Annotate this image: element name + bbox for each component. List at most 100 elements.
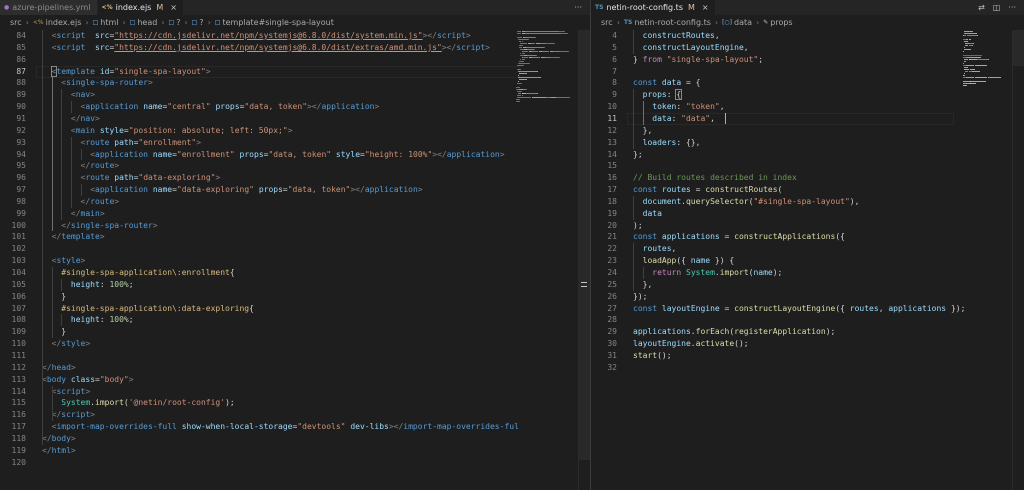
close-icon[interactable]: × xyxy=(170,3,177,12)
code-token: </ xyxy=(42,362,52,372)
code-line: data: "data", xyxy=(652,113,715,125)
code-editor[interactable]: 4 constructRoutes, 5 constructLayoutEngine,… xyxy=(591,30,1024,490)
code-token: constructApplications xyxy=(734,232,836,242)
more-actions-icon[interactable]: ··· xyxy=(1008,3,1016,12)
code-line: <template id="single-spa-layout"> xyxy=(52,66,211,78)
code-token: ></ xyxy=(350,185,365,195)
line-number: 101 xyxy=(11,232,26,242)
scrollbar-thumb[interactable] xyxy=(579,30,590,460)
line-number: 31 xyxy=(607,350,617,360)
breadcrumb-item[interactable]: head xyxy=(137,18,157,27)
breadcrumb-item[interactable]: netin-root-config.ts xyxy=(634,18,711,27)
chevron-right-icon: › xyxy=(184,18,188,27)
minimap-line xyxy=(963,55,982,56)
code-token: , xyxy=(671,244,677,254)
code-token: main xyxy=(75,125,95,135)
breadcrumb-item[interactable]: template#single-spa-layout xyxy=(222,18,333,27)
breadcrumb-item[interactable]: ? xyxy=(199,18,203,27)
code-token: </ xyxy=(80,161,91,171)
line-number: 6 xyxy=(612,54,617,64)
minimap-line xyxy=(520,69,522,70)
minimap[interactable] xyxy=(963,30,1019,490)
code-token: > xyxy=(287,125,293,135)
code-token: constructLayoutEngine xyxy=(734,303,836,313)
code-token: "data, token" xyxy=(268,149,332,159)
code-token: ; xyxy=(758,54,764,64)
minimap-line xyxy=(535,55,537,56)
code-editor[interactable]: 84 <script src="https://cdn.jsdelivr.net/… xyxy=(0,30,590,490)
minimap-line xyxy=(519,87,521,88)
tab-index-ejs[interactable]: <% index.ejs M × xyxy=(97,0,184,15)
code-token: document xyxy=(642,196,682,206)
code-token: ></ xyxy=(441,42,457,52)
tab-label: netin-root-config.ts xyxy=(606,3,683,12)
code-token: > xyxy=(85,386,91,396)
code-token: forEach xyxy=(695,327,730,337)
open-changes-icon[interactable]: ⇄ xyxy=(978,3,985,12)
symbol-element-icon: □ xyxy=(168,19,175,26)
minimap-line xyxy=(524,37,535,38)
vertical-scrollbar[interactable] xyxy=(578,30,590,490)
minimap-line xyxy=(525,47,545,48)
breadcrumb-item[interactable]: src xyxy=(10,18,22,27)
minimap-line xyxy=(977,35,979,36)
breadcrumb-item[interactable]: ? xyxy=(176,18,180,27)
code-token: "single-spa-layout" xyxy=(114,66,206,76)
more-actions-icon[interactable]: ··· xyxy=(574,3,582,12)
minimap-line xyxy=(539,77,541,78)
minimap-line xyxy=(534,37,536,38)
breadcrumb: src › TS netin-root-config.ts › [○] data… xyxy=(591,15,1024,30)
minimap-line xyxy=(972,43,974,44)
minimap-line xyxy=(967,49,971,50)
modified-indicator: M xyxy=(156,3,164,12)
code-token: "data" xyxy=(681,113,711,123)
indent-guide xyxy=(70,136,72,208)
code-token: // Build routes described in index xyxy=(633,173,797,183)
code-token: main xyxy=(80,208,100,218)
chevron-right-icon: › xyxy=(207,18,211,27)
code-token: route xyxy=(90,196,115,206)
minimap-line xyxy=(541,51,549,52)
code-line: constructRoutes, xyxy=(643,30,720,42)
code-line: System.import('@netin/root-config'); xyxy=(61,397,234,409)
code-token: "devtools" xyxy=(297,422,346,432)
close-icon[interactable]: × xyxy=(702,3,709,12)
minimap-line xyxy=(965,85,968,86)
indent-guide xyxy=(51,77,53,232)
minimap-line xyxy=(552,51,561,52)
line-number: 114 xyxy=(11,386,26,396)
modified-indicator: M xyxy=(687,3,695,12)
breadcrumb-item[interactable]: props xyxy=(770,18,792,27)
code-token: > xyxy=(99,232,105,242)
tab-azure-pipelines[interactable]: ● azure-pipelines.yml xyxy=(0,0,98,15)
code-line: <single-spa-router> xyxy=(61,77,153,89)
line-number: 89 xyxy=(16,90,26,100)
minimap-line xyxy=(519,63,529,64)
breadcrumb-item[interactable]: src xyxy=(601,18,613,27)
code-token: constructLayoutEngine xyxy=(642,42,744,52)
minimap[interactable] xyxy=(516,30,572,490)
bracket-match-highlight xyxy=(675,89,683,101)
code-token: import xyxy=(95,398,124,408)
tab-netin-root-config[interactable]: TS netin-root-config.ts M × xyxy=(591,0,716,15)
typescript-file-icon: TS xyxy=(623,19,633,26)
scrollbar-thumb[interactable] xyxy=(1013,30,1024,66)
line-number: 7 xyxy=(612,66,617,76)
line-number: 106 xyxy=(11,291,26,301)
code-token: ; xyxy=(128,279,134,289)
vertical-scrollbar[interactable] xyxy=(1012,30,1024,490)
code-line: layoutEngine.activate(); xyxy=(633,338,749,350)
code-token: application xyxy=(85,102,139,112)
split-editor-icon[interactable]: ◫ xyxy=(993,3,1001,12)
code-token: = xyxy=(719,303,735,313)
code-token: routes xyxy=(642,244,672,254)
breadcrumb-item[interactable]: html xyxy=(100,18,118,27)
line-number: 113 xyxy=(11,374,26,384)
chevron-right-icon: › xyxy=(25,18,29,27)
minimap-line xyxy=(545,97,551,98)
code-token: } xyxy=(61,327,67,337)
left-editor-actions: ··· xyxy=(574,0,590,15)
code-token: application xyxy=(321,102,375,112)
breadcrumb-item[interactable]: data xyxy=(734,18,752,27)
breadcrumb-item[interactable]: index.ejs xyxy=(46,18,82,27)
